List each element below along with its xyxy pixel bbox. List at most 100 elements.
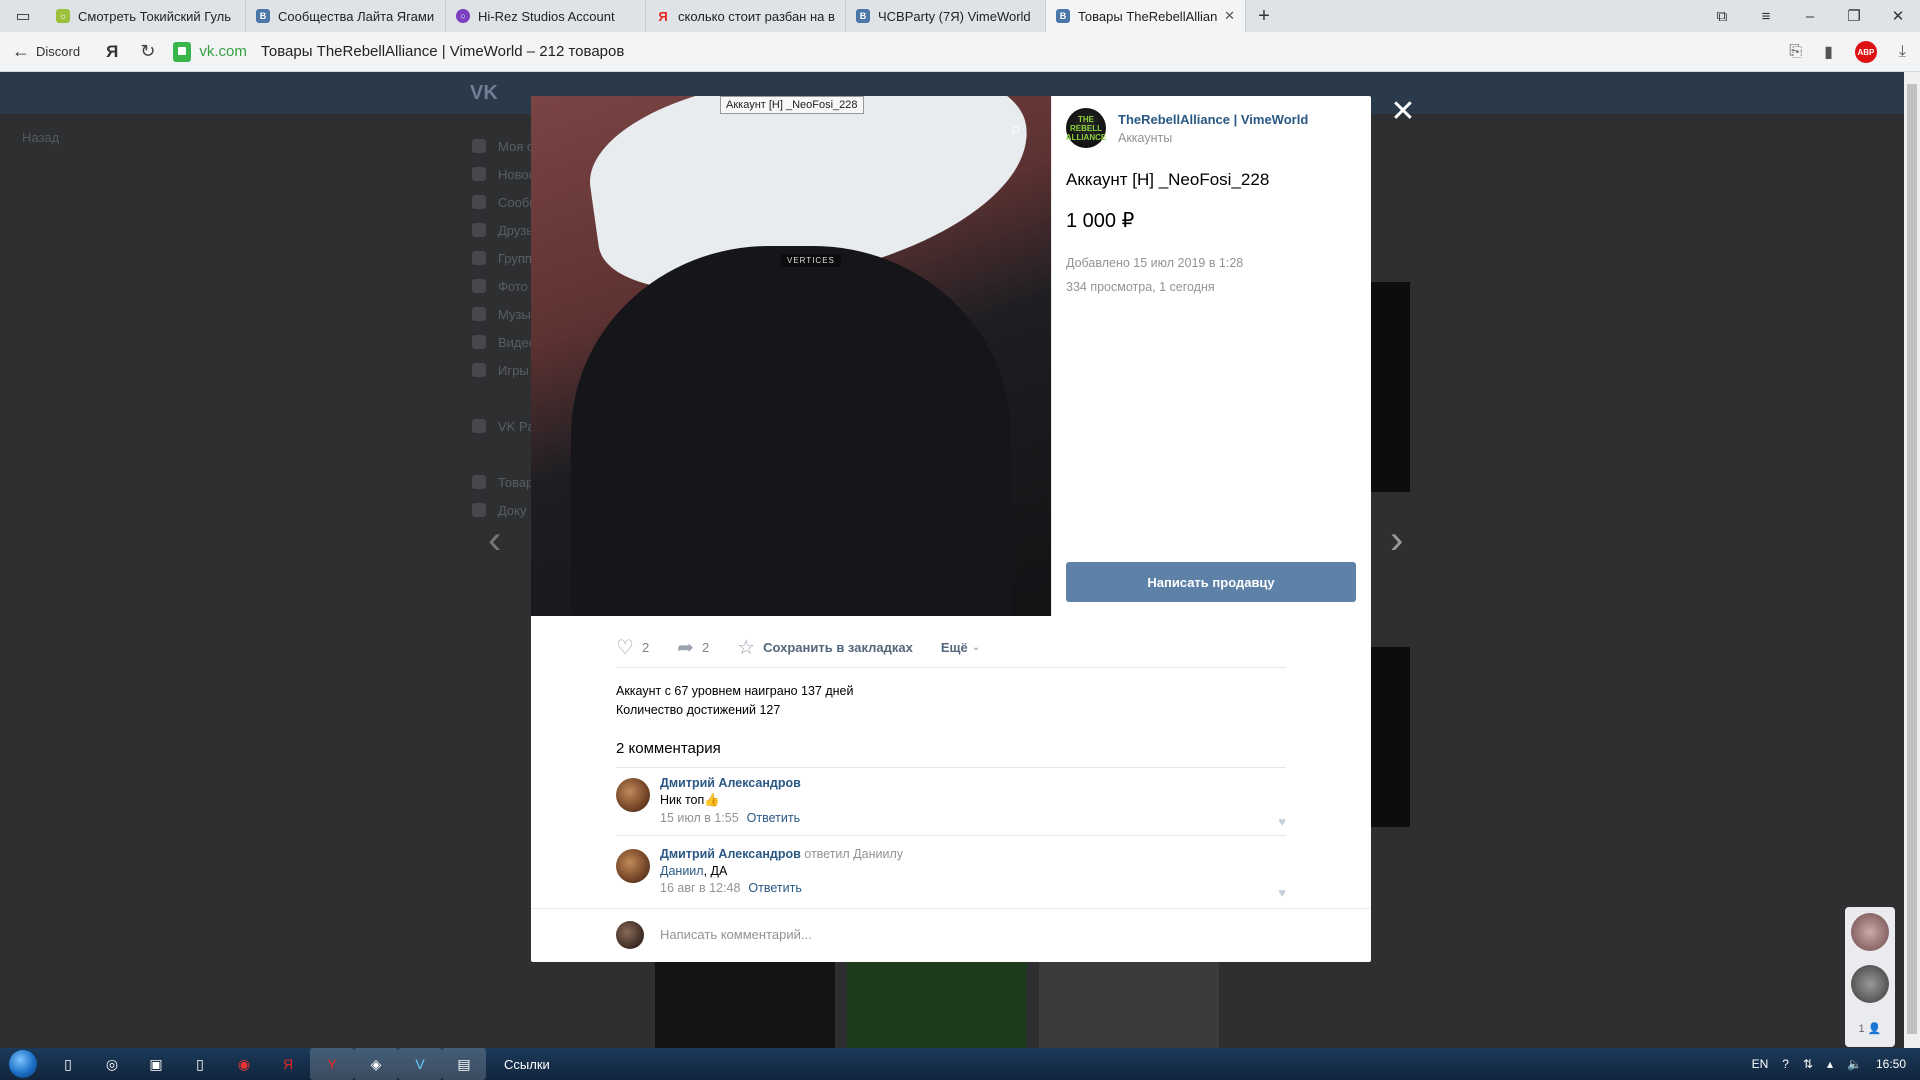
- product-actions: ♡ 2 ➦ 2 ☆ Сохранить в закладках Ещё ⌄: [616, 628, 1286, 668]
- product-price: 1 000 ₽: [1066, 210, 1135, 232]
- bg-product-row: [655, 962, 1219, 1048]
- windows-taskbar: ▯ ◎ ▣ ▯ ◉ Я Y ◈ V ▤ Ссылки EN ? ⇅ ▴ 🔈 16…: [0, 1048, 1920, 1080]
- share-button[interactable]: ➦ 2: [677, 635, 709, 660]
- new-tab-icon[interactable]: +: [1246, 5, 1282, 28]
- tab-2[interactable]: ○ Hi-Rez Studios Account: [446, 0, 646, 32]
- comment-like-icon[interactable]: ♥: [1278, 885, 1286, 900]
- comment-author[interactable]: Дмитрий Александров: [660, 776, 1286, 790]
- minimize-icon[interactable]: –: [1788, 0, 1832, 32]
- bookmark-button[interactable]: ☆ Сохранить в закладках: [737, 635, 913, 660]
- comment-time[interactable]: 16 авг в 12:48: [660, 881, 740, 895]
- clock[interactable]: 16:50: [1876, 1057, 1906, 1071]
- url-page-title[interactable]: Товары TheRebellAlliance | VimeWorld – 2…: [261, 43, 624, 60]
- zoom-icon[interactable]: ⌕: [1001, 114, 1031, 144]
- bg-menu-item: Сообщ: [472, 188, 540, 216]
- like-button[interactable]: ♡ 2: [616, 635, 649, 660]
- window-controls: ⧉ ≡ – ❐ ✕: [1700, 0, 1920, 32]
- tab-1[interactable]: B Сообщества Лайта Ягами: [246, 0, 446, 32]
- bg-product-thumb: [655, 962, 835, 1048]
- bookmarks-icon[interactable]: ⧉: [1700, 0, 1744, 32]
- explorer-icon[interactable]: ▯: [46, 1048, 90, 1080]
- chevron-down-icon: ⌄: [971, 642, 981, 653]
- volume-icon[interactable]: 🔈: [1847, 1057, 1862, 1071]
- comment-item: Дмитрий Александров ответил Даниилу Дани…: [616, 847, 1286, 907]
- file-icon[interactable]: ▯: [178, 1048, 222, 1080]
- url-domain[interactable]: vk.com: [199, 43, 247, 60]
- vk-favicon-icon: B: [856, 9, 870, 23]
- lock-icon[interactable]: [173, 41, 192, 62]
- address-bar-actions: ⎘ ▮ ABP ⤓: [1789, 32, 1906, 72]
- seller-block[interactable]: THE REBELL ALLIANCE TheRebellAlliance | …: [1066, 108, 1308, 148]
- chat-avatar[interactable]: [1851, 913, 1889, 951]
- chat-count[interactable]: 1 👤: [1845, 1022, 1895, 1035]
- comment-time[interactable]: 15 июл в 1:55: [660, 811, 739, 825]
- comment-avatar[interactable]: [616, 849, 650, 883]
- close-modal-icon[interactable]: ✕: [1388, 95, 1418, 128]
- product-side-panel: THE REBELL ALLIANCE TheRebellAlliance | …: [1051, 96, 1371, 616]
- current-user-avatar: [616, 921, 644, 949]
- tray-arrow-icon[interactable]: ▴: [1827, 1057, 1833, 1071]
- chevron-left-icon[interactable]: ‹: [488, 518, 501, 563]
- bg-menu-item: Игры: [472, 356, 540, 384]
- bookmark-icon[interactable]: ▮: [1824, 42, 1833, 62]
- computer-icon[interactable]: ▣: [134, 1048, 178, 1080]
- chat-avatar[interactable]: [1851, 965, 1889, 1003]
- window-icon[interactable]: ▤: [442, 1048, 486, 1080]
- comment-mention[interactable]: Даниил: [660, 864, 704, 878]
- adblock-icon[interactable]: ABP: [1854, 41, 1877, 63]
- help-icon[interactable]: ?: [1782, 1057, 1789, 1071]
- yandex-logo[interactable]: Я: [106, 42, 118, 62]
- page-scrollbar[interactable]: [1904, 72, 1920, 1048]
- bg-menu-spacer: [472, 440, 540, 468]
- comment-reply-link[interactable]: Ответить: [748, 881, 801, 895]
- menu-icon[interactable]: ≡: [1744, 0, 1788, 32]
- language-indicator[interactable]: EN: [1752, 1057, 1769, 1071]
- comment-avatar[interactable]: [616, 778, 650, 812]
- translate-icon[interactable]: ⎘: [1789, 43, 1802, 61]
- seller-category: Аккаунты: [1118, 130, 1173, 145]
- comment-like-icon[interactable]: ♥: [1278, 814, 1286, 829]
- comment-reply-link[interactable]: Ответить: [747, 811, 800, 825]
- tab-close-icon[interactable]: ✕: [1224, 8, 1235, 24]
- reload-icon[interactable]: ↻: [140, 41, 155, 62]
- yandex-icon[interactable]: Я: [266, 1048, 310, 1080]
- title-tooltip: Аккаунт [Н] _NeoFosi_228: [720, 96, 864, 114]
- seller-name[interactable]: TheRebellAlliance | VimeWorld: [1118, 112, 1308, 127]
- media-player-icon[interactable]: ◉: [222, 1048, 266, 1080]
- arrow-left-icon: ←: [12, 41, 30, 61]
- restore-icon[interactable]: ❐: [1832, 0, 1876, 32]
- tab-0[interactable]: ☼ Смотреть Токийский Гуль: [46, 0, 246, 32]
- tab-3[interactable]: Ясколько стоит разбан на в: [646, 0, 846, 32]
- download-icon[interactable]: ⤓: [1899, 43, 1906, 61]
- product-photo[interactable]: VERTICES ⌕: [531, 96, 1051, 616]
- comment-reply-to[interactable]: ответил Даниилу: [804, 847, 903, 861]
- more-button[interactable]: Ещё ⌄: [941, 640, 980, 655]
- network-icon[interactable]: ⇅: [1803, 1057, 1813, 1071]
- comment-item: Дмитрий Александров Ник топ👍 15 июл в 1:…: [616, 776, 1286, 836]
- contact-seller-button[interactable]: Написать продавцу: [1066, 562, 1356, 602]
- comment-input[interactable]: Написать комментарий...: [660, 927, 812, 942]
- comment-author[interactable]: Дмитрий Александров: [660, 847, 801, 861]
- chrome-icon[interactable]: ◎: [90, 1048, 134, 1080]
- description-line: Аккаунт с 67 уровнем наиграно 137 дней: [616, 684, 854, 698]
- product-added-date: Добавлено 15 июл 2019 в 1:28: [1066, 256, 1244, 270]
- seller-avatar[interactable]: THE REBELL ALLIANCE: [1066, 108, 1106, 148]
- yandex-browser-icon[interactable]: Y: [310, 1048, 354, 1080]
- sidebar-toggle-icon[interactable]: ▭: [0, 0, 46, 32]
- yandex-favicon-icon: Я: [658, 8, 668, 24]
- comment-author-line: Дмитрий Александров ответил Даниилу: [660, 847, 1286, 861]
- tab-5-active[interactable]: B Товары TheRebellAlliance ✕: [1046, 0, 1246, 32]
- bg-menu-item: Новос: [472, 160, 540, 188]
- bg-product-thumb: [1370, 647, 1410, 827]
- back-button[interactable]: ← Discord: [12, 41, 80, 62]
- tab-4[interactable]: B ЧСВParty (7Я) VimeWorld: [846, 0, 1046, 32]
- start-button[interactable]: [0, 1048, 46, 1080]
- product-views: 334 просмотра, 1 сегодня: [1066, 280, 1215, 294]
- scrollbar-thumb[interactable]: [1907, 84, 1917, 1034]
- chevron-right-icon[interactable]: ›: [1390, 518, 1403, 563]
- discord-icon[interactable]: ◈: [354, 1048, 398, 1080]
- bg-menu-item: Друзь: [472, 216, 540, 244]
- links-toolbar[interactable]: Ссылки: [504, 1057, 550, 1072]
- vimeworld-icon[interactable]: V: [398, 1048, 442, 1080]
- close-window-icon[interactable]: ✕: [1876, 0, 1920, 32]
